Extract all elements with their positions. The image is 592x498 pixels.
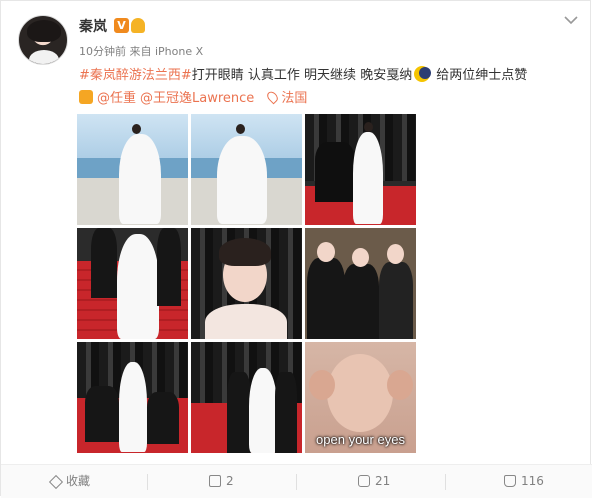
hashtag-link[interactable]: #秦岚醉游法兰西# <box>79 68 192 83</box>
like-count: 116 <box>521 474 544 488</box>
thumbs-up-icon <box>504 475 516 487</box>
forward-button[interactable]: 2 <box>209 465 234 498</box>
star-icon <box>48 474 64 490</box>
gentleman-left-face <box>317 242 335 262</box>
location-pin-icon <box>265 89 281 105</box>
gentleman-left <box>307 258 345 339</box>
post-meta: 10分钟前 来自 iPhone X <box>79 45 204 58</box>
photo-thumbnail[interactable] <box>191 228 302 339</box>
meme-caption: open your eyes <box>316 432 405 447</box>
photo-thumbnail[interactable]: open your eyes <box>305 342 416 453</box>
post-closing-text: 给两位绅士点赞 <box>436 68 528 83</box>
thumbs-up-emoji-icon <box>79 90 93 104</box>
photo-thumbnail[interactable] <box>305 228 416 339</box>
divider <box>296 474 297 490</box>
person-head <box>236 124 245 134</box>
photo-thumbnail[interactable] <box>77 114 188 225</box>
photo-thumbnail[interactable] <box>191 342 302 453</box>
mention-link[interactable]: @王冠逸Lawrence <box>140 91 254 106</box>
person-head <box>364 122 373 132</box>
mentions-row: @任重 @王冠逸Lawrence 法国 <box>79 88 311 110</box>
gentleman-in-suit <box>227 372 251 453</box>
photo-thumbnail[interactable] <box>305 114 416 225</box>
post-body-text: 打开眼睛 认真工作 明天继续 晚安戛纳 <box>191 68 413 83</box>
photo-thumbnail[interactable] <box>77 342 188 453</box>
forward-count: 2 <box>226 474 234 488</box>
white-dress <box>119 362 147 452</box>
avatar-hair <box>27 20 61 42</box>
member-level-badge-icon[interactable] <box>131 18 145 33</box>
like-button[interactable]: 116 <box>504 465 544 498</box>
portrait-shoulders <box>205 304 287 339</box>
weibo-post-card: 秦岚 V 10分钟前 来自 iPhone X #秦岚醉游法兰西#打开眼睛 认真工… <box>0 0 592 498</box>
black-gown <box>315 142 355 202</box>
verified-badge-icon[interactable]: V <box>114 18 129 33</box>
lady-right-face <box>387 244 404 264</box>
collect-label: 收藏 <box>66 474 91 488</box>
white-dress <box>217 136 267 224</box>
white-dress <box>249 368 277 453</box>
hand-left <box>309 370 335 400</box>
guest-in-suit <box>157 228 181 306</box>
gentleman-middle-face <box>352 248 369 267</box>
collect-button[interactable]: 收藏 <box>48 465 91 498</box>
photo-grid: open your eyes <box>77 114 417 454</box>
hand-right <box>387 370 413 400</box>
baby-face <box>327 354 393 432</box>
chevron-down-icon[interactable] <box>561 13 581 29</box>
divider <box>445 474 446 490</box>
portrait-hair <box>219 238 271 266</box>
author-avatar[interactable] <box>18 15 68 65</box>
forward-icon <box>209 475 221 487</box>
crouching-gentleman <box>147 392 179 444</box>
photo-thumbnail[interactable] <box>77 228 188 339</box>
location-link[interactable]: 法国 <box>281 91 307 106</box>
comment-icon <box>358 475 370 487</box>
white-dress <box>353 132 383 224</box>
moon-emoji-icon <box>414 66 432 82</box>
crouching-gentleman <box>85 386 119 442</box>
author-name[interactable]: 秦岚 <box>79 16 107 36</box>
divider <box>147 474 148 490</box>
comment-count: 21 <box>375 474 391 488</box>
white-dress <box>117 234 159 339</box>
post-text: #秦岚醉游法兰西#打开眼睛 认真工作 明天继续 晚安戛纳 给两位绅士点赞 <box>79 65 579 87</box>
avatar-body <box>29 50 59 64</box>
gentleman-in-suit <box>275 372 297 453</box>
comment-button[interactable]: 21 <box>358 465 390 498</box>
action-bar: 收藏 2 21 116 <box>1 464 592 498</box>
mention-link[interactable]: @任重 <box>97 91 136 106</box>
gentleman-middle <box>343 264 379 339</box>
lady-right <box>379 262 413 339</box>
photo-thumbnail[interactable] <box>191 114 302 225</box>
white-dress <box>119 134 161 224</box>
photographer <box>91 228 117 298</box>
person-head <box>132 124 141 134</box>
